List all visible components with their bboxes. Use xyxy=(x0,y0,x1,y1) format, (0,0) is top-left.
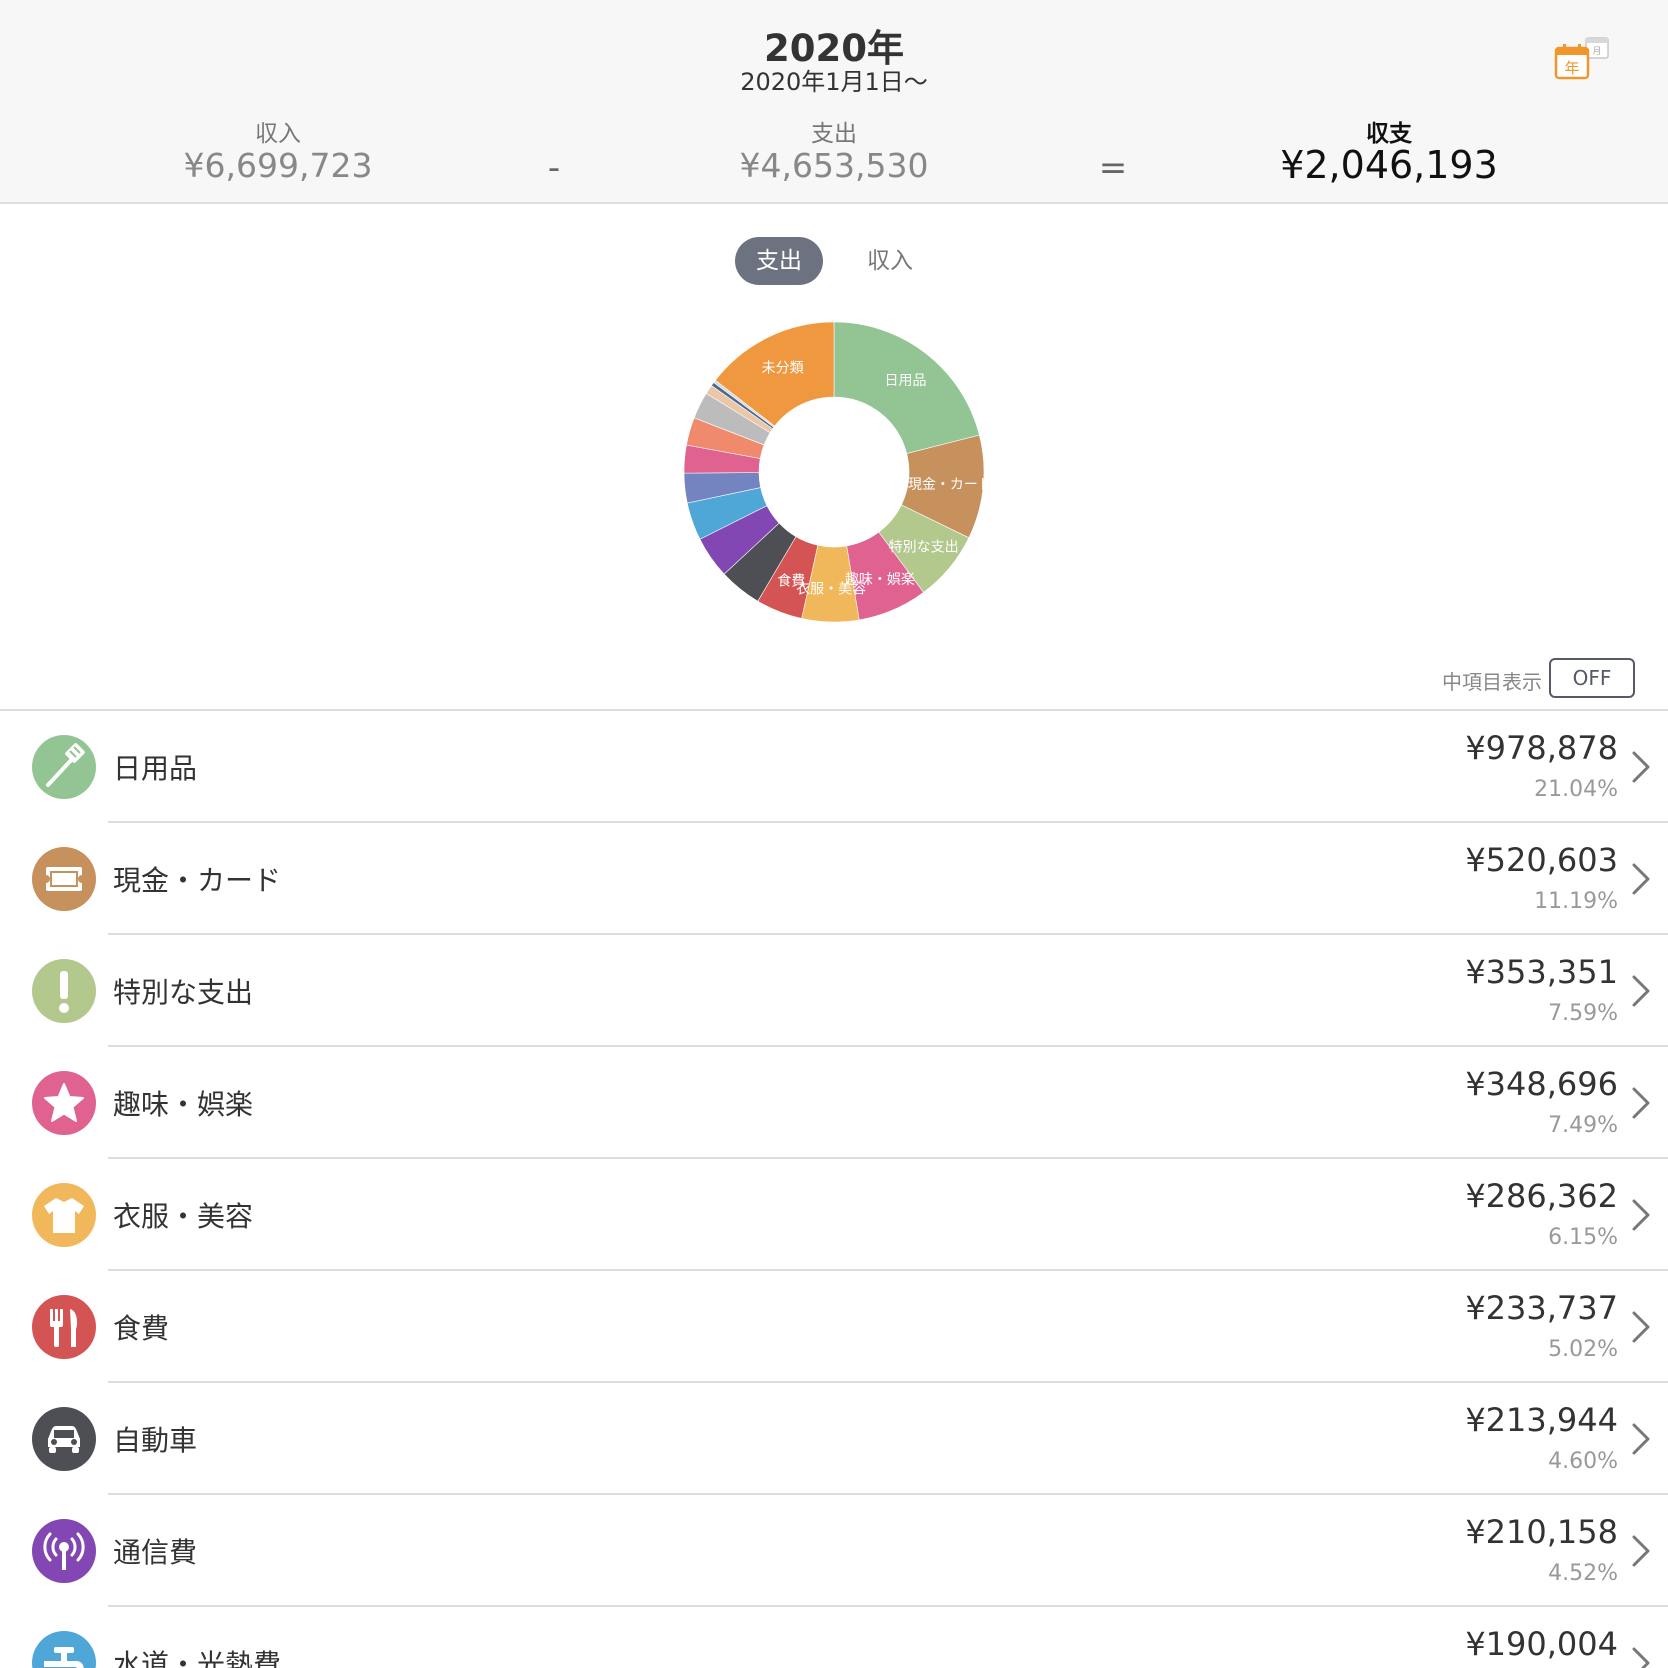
sub-items-label: 中項目表示 xyxy=(1442,670,1542,694)
star-icon xyxy=(32,1071,96,1135)
category-name: 日用品 xyxy=(113,752,198,785)
category-percent: 5.02% xyxy=(1548,1337,1618,1362)
category-percent: 21.04% xyxy=(1534,777,1618,802)
category-name: 通信費 xyxy=(113,1536,198,1569)
category-row[interactable]: 通信費 ¥210,158 4.52% xyxy=(0,1495,1668,1607)
chevron-right-icon xyxy=(1632,751,1650,783)
car-icon xyxy=(32,1407,96,1471)
category-amount: ¥348,696 xyxy=(1465,1065,1618,1103)
toothbrush-icon xyxy=(32,735,96,799)
chart-slice-label: 日用品 xyxy=(885,373,927,389)
chevron-right-icon xyxy=(1632,1647,1650,1668)
category-name: 水道・光熱費 xyxy=(113,1648,282,1668)
category-name: 食費 xyxy=(113,1312,170,1345)
tab-expense[interactable]: 支出 xyxy=(735,237,823,285)
chevron-right-icon xyxy=(1632,1087,1650,1119)
chevron-right-icon xyxy=(1632,863,1650,895)
calendar-icon: 月 年 xyxy=(1554,37,1609,80)
category-name: 衣服・美容 xyxy=(113,1200,254,1233)
chevron-right-icon xyxy=(1632,1423,1650,1455)
category-row[interactable]: 特別な支出 ¥353,351 7.59% xyxy=(0,935,1668,1047)
category-percent: 7.49% xyxy=(1548,1113,1618,1138)
chart-slice-label: 特別な支出 xyxy=(889,539,959,555)
fork-knife-icon xyxy=(32,1295,96,1359)
chart-slice-label: 未分類 xyxy=(762,360,804,376)
category-percent: 6.15% xyxy=(1548,1225,1618,1250)
expense-value: ¥4,653,530 xyxy=(739,146,929,185)
chart-slice-label: 現金・カード xyxy=(908,477,992,493)
category-name: 趣味・娯楽 xyxy=(113,1088,254,1121)
category-amount: ¥353,351 xyxy=(1465,953,1618,991)
chevron-right-icon xyxy=(1632,1535,1650,1567)
tshirt-icon xyxy=(32,1183,96,1247)
chevron-right-icon xyxy=(1632,1199,1650,1231)
category-name: 自動車 xyxy=(113,1424,198,1457)
balance-value: ¥2,046,193 xyxy=(1280,143,1498,187)
category-amount: ¥213,944 xyxy=(1465,1401,1618,1439)
calendar-mode-button[interactable]: 月 年 xyxy=(1550,34,1620,84)
income-label: 収入 xyxy=(255,121,301,147)
category-amount: ¥233,737 xyxy=(1465,1289,1618,1327)
category-amount: ¥190,004 xyxy=(1465,1625,1618,1663)
exclamation-icon xyxy=(32,959,96,1023)
antenna-icon xyxy=(32,1519,96,1583)
category-row[interactable]: 趣味・娯楽 ¥348,696 7.49% xyxy=(0,1047,1668,1159)
chevron-right-icon xyxy=(1632,1311,1650,1343)
chart-slice-label: 食費 xyxy=(777,572,805,589)
category-row[interactable]: 衣服・美容 ¥286,362 6.15% xyxy=(0,1159,1668,1271)
category-row[interactable]: 水道・光熱費 ¥190,004 xyxy=(0,1607,1668,1668)
category-amount: ¥210,158 xyxy=(1465,1513,1618,1551)
expense-donut-chart[interactable]: 日用品現金・カード特別な支出趣味・娯楽衣服・美容食費未分類 xyxy=(668,306,1000,638)
period-range: 2020年1月1日〜 xyxy=(740,68,928,96)
sub-items-toggle[interactable]: OFF xyxy=(1549,658,1635,698)
category-percent: 7.59% xyxy=(1548,1001,1618,1026)
tab-income[interactable]: 収入 xyxy=(850,237,930,285)
category-amount: ¥520,603 xyxy=(1465,841,1618,879)
category-row[interactable]: 自動車 ¥213,944 4.60% xyxy=(0,1383,1668,1495)
ticket-icon xyxy=(32,847,96,911)
category-amount: ¥286,362 xyxy=(1465,1177,1618,1215)
chart-slice-label: 衣服・美容 xyxy=(796,580,866,597)
income-value: ¥6,699,723 xyxy=(183,146,373,185)
equals-operator: = xyxy=(1098,148,1128,188)
category-percent: 4.60% xyxy=(1548,1449,1618,1474)
svg-text:年: 年 xyxy=(1564,59,1579,77)
category-row[interactable]: 食費 ¥233,737 5.02% xyxy=(0,1271,1668,1383)
category-row[interactable]: 日用品 ¥978,878 21.04% xyxy=(0,711,1668,823)
category-percent: 4.52% xyxy=(1548,1561,1618,1586)
category-row[interactable]: 現金・カード ¥520,603 11.19% xyxy=(0,823,1668,935)
category-name: 特別な支出 xyxy=(113,976,254,1009)
expense-label: 支出 xyxy=(811,121,857,147)
minus-operator: - xyxy=(547,148,561,188)
category-percent: 11.19% xyxy=(1534,889,1618,914)
faucet-icon xyxy=(32,1631,96,1668)
chevron-right-icon xyxy=(1632,975,1650,1007)
svg-text:月: 月 xyxy=(1592,46,1601,57)
category-name: 現金・カード xyxy=(113,864,282,897)
summary-header: 2020年 2020年1月1日〜 月 年 収入 ¥6,699,723 - 支出 … xyxy=(0,0,1668,204)
category-amount: ¥978,878 xyxy=(1465,729,1618,767)
